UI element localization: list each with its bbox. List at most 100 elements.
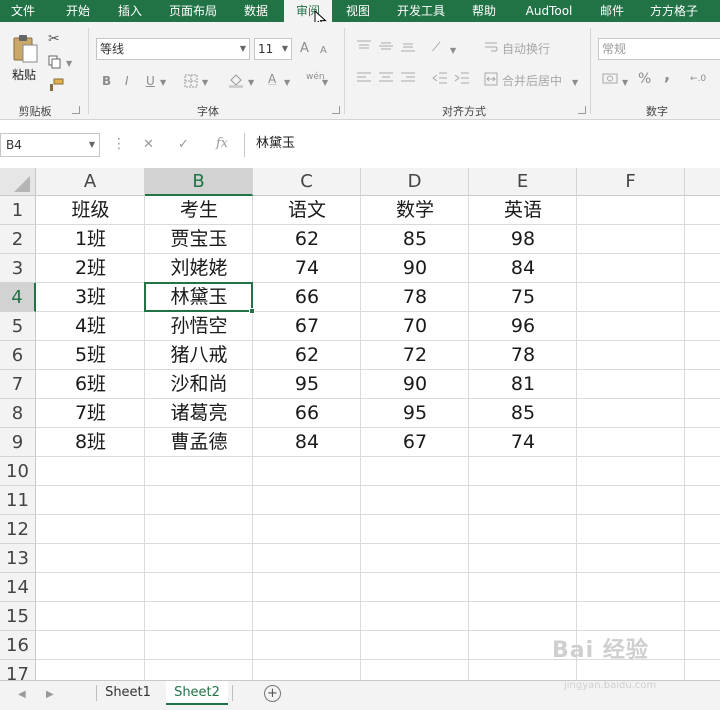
alignment-launcher-icon[interactable] (578, 106, 586, 114)
tab-file[interactable]: 文件 (0, 0, 46, 22)
cell-b8[interactable]: 诸葛亮 (145, 399, 253, 428)
decrease-indent-icon[interactable] (432, 72, 448, 84)
cell-e8[interactable]: 85 (469, 399, 577, 428)
row-header-12[interactable]: 12 (0, 515, 36, 544)
copy-icon[interactable] (48, 55, 62, 69)
clipboard-launcher-icon[interactable] (72, 106, 80, 114)
tab-fangfang[interactable]: 方方格子 (640, 0, 708, 22)
decrease-font-icon[interactable]: A (320, 44, 327, 58)
cell-e9[interactable]: 74 (469, 428, 577, 457)
name-box[interactable]: B4 ▼ (0, 133, 100, 157)
fill-handle[interactable] (249, 308, 255, 314)
cell-d1[interactable]: 数学 (361, 196, 469, 225)
cell-d4[interactable]: 78 (361, 283, 469, 312)
merge-center-icon[interactable] (484, 72, 498, 86)
sheet-tab-sheet2[interactable]: Sheet2 (166, 681, 228, 705)
increase-decimal-icon[interactable]: ←.0 (690, 72, 706, 86)
row-header-10[interactable]: 10 (0, 457, 36, 486)
paste-icon[interactable] (12, 34, 40, 64)
cell-a2[interactable]: 1班 (36, 225, 145, 254)
cell-a3[interactable]: 2班 (36, 254, 145, 283)
cell-b5[interactable]: 孙悟空 (145, 312, 253, 341)
row-header-13[interactable]: 13 (0, 544, 36, 573)
currency-chevron-icon[interactable]: ▼ (622, 76, 628, 90)
column-header-c[interactable]: C (253, 168, 361, 196)
row-header-6[interactable]: 6 (0, 341, 36, 370)
enter-icon[interactable]: ✓ (178, 137, 189, 152)
cell-c5[interactable]: 67 (253, 312, 361, 341)
cell-e1[interactable]: 英语 (469, 196, 577, 225)
number-format-select[interactable]: 常规 (598, 38, 720, 60)
cell-d8[interactable]: 95 (361, 399, 469, 428)
cell-d3[interactable]: 90 (361, 254, 469, 283)
increase-indent-icon[interactable] (454, 72, 470, 84)
sheet-tab-sheet1[interactable]: Sheet1 (98, 681, 158, 705)
row-header-8[interactable]: 8 (0, 399, 36, 428)
cell-c6[interactable]: 62 (253, 341, 361, 370)
cell-a8[interactable]: 7班 (36, 399, 145, 428)
increase-font-icon[interactable]: A (300, 42, 309, 56)
tab-help[interactable]: 帮助 (462, 0, 506, 22)
row-header-7[interactable]: 7 (0, 370, 36, 399)
merge-chevron-icon[interactable]: ▼ (572, 76, 578, 90)
wrap-text-icon[interactable] (484, 40, 498, 54)
row-header-15[interactable]: 15 (0, 602, 36, 631)
font-name-select[interactable]: 等线 ▼ (96, 38, 250, 60)
format-painter-icon[interactable] (48, 78, 64, 92)
align-left-icon[interactable] (356, 72, 372, 84)
font-color-chevron-icon[interactable]: ▼ (284, 76, 290, 90)
wrap-text-label[interactable]: 自动换行 (502, 40, 550, 57)
bold-icon[interactable]: B (102, 74, 111, 88)
underline-chevron-icon[interactable]: ▼ (160, 76, 166, 90)
cell-d9[interactable]: 67 (361, 428, 469, 457)
cell-d6[interactable]: 72 (361, 341, 469, 370)
comma-style-icon[interactable]: , (664, 67, 670, 83)
column-header-a[interactable]: A (36, 168, 145, 196)
cell-c7[interactable]: 95 (253, 370, 361, 399)
cell-e7[interactable]: 81 (469, 370, 577, 399)
tab-insert[interactable]: 插入 (108, 0, 152, 22)
font-color-icon[interactable]: A (268, 72, 276, 86)
cell-c3[interactable]: 74 (253, 254, 361, 283)
select-all-button[interactable] (0, 168, 36, 196)
font-size-select[interactable]: 11 ▼ (254, 38, 292, 60)
tab-view[interactable]: 视图 (338, 0, 378, 22)
row-header-14[interactable]: 14 (0, 573, 36, 602)
align-middle-icon[interactable] (378, 40, 394, 52)
cell-a5[interactable]: 4班 (36, 312, 145, 341)
row-header-2[interactable]: 2 (0, 225, 36, 254)
tab-data[interactable]: 数据 (234, 0, 278, 22)
cut-icon[interactable]: ✂ (48, 32, 60, 46)
tab-audtool[interactable]: AudTool (514, 0, 584, 22)
cell-a1[interactable]: 班级 (36, 196, 145, 225)
tab-home[interactable]: 开始 (56, 0, 100, 22)
column-header-b[interactable]: B (145, 168, 253, 196)
fill-color-chevron-icon[interactable]: ▼ (248, 76, 254, 90)
cell-b6[interactable]: 猪八戒 (145, 341, 253, 370)
tab-mail[interactable]: 邮件 (590, 0, 634, 22)
border-icon[interactable] (184, 74, 198, 88)
row-header-17[interactable]: 17 (0, 660, 36, 680)
cell-d7[interactable]: 90 (361, 370, 469, 399)
add-sheet-button[interactable]: + (264, 685, 281, 702)
cell-e6[interactable]: 78 (469, 341, 577, 370)
cancel-icon[interactable]: ✕ (143, 137, 154, 152)
merge-center-label[interactable]: 合并后居中 (502, 72, 562, 89)
cell-b3[interactable]: 刘姥姥 (145, 254, 253, 283)
formula-input[interactable]: 林黛玉 (244, 133, 720, 157)
cell-b9[interactable]: 曹孟德 (145, 428, 253, 457)
align-right-icon[interactable] (400, 72, 416, 84)
font-launcher-icon[interactable] (332, 106, 340, 114)
cell-e4[interactable]: 75 (469, 283, 577, 312)
insert-function-icon[interactable]: fx (216, 136, 228, 151)
row-header-11[interactable]: 11 (0, 486, 36, 515)
column-header-f[interactable]: F (577, 168, 685, 196)
row-header-9[interactable]: 9 (0, 428, 36, 457)
orientation-icon[interactable]: ⟋ (432, 40, 440, 54)
cell-b1[interactable]: 考生 (145, 196, 253, 225)
copy-dropdown-chevron-icon[interactable]: ▼ (66, 57, 72, 71)
border-chevron-icon[interactable]: ▼ (202, 76, 208, 90)
row-header-5[interactable]: 5 (0, 312, 36, 341)
cell-d5[interactable]: 70 (361, 312, 469, 341)
underline-icon[interactable]: U (146, 74, 155, 88)
